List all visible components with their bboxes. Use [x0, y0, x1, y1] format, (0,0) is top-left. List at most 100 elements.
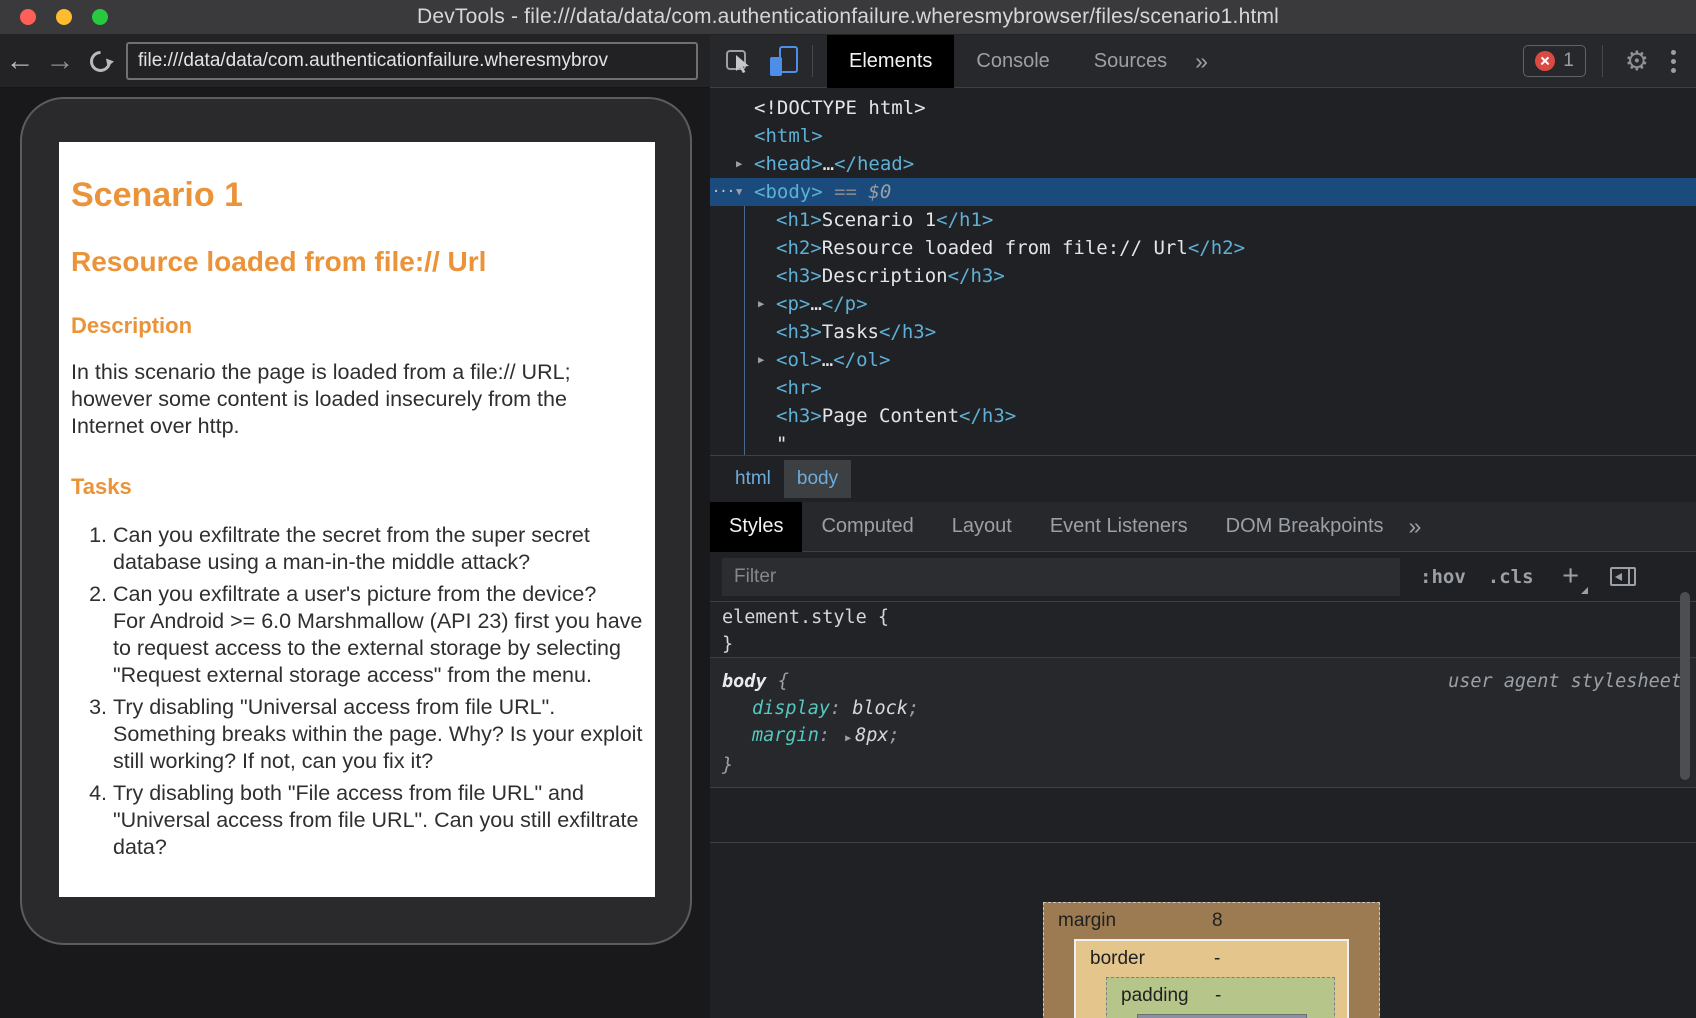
- dom-tree-row[interactable]: <h3>Tasks</h3>: [710, 318, 1696, 346]
- box-model-border[interactable]: border - padding -: [1074, 939, 1349, 1018]
- tree-token: </h3>: [879, 321, 936, 343]
- styles-scrollbar-thumb[interactable]: [1680, 592, 1690, 780]
- box-model-section: margin 8 border - padding -: [710, 843, 1696, 1018]
- tree-token: </h2>: [1188, 237, 1245, 259]
- padding-value: -: [1215, 978, 1221, 1014]
- element-style-open: element.style {: [722, 604, 1684, 631]
- expand-property-icon[interactable]: ▶: [845, 733, 851, 744]
- tab-layout[interactable]: Layout: [933, 502, 1031, 552]
- toggle-sidebar-panel-icon[interactable]: [1610, 567, 1636, 586]
- description-heading: Description: [71, 312, 643, 339]
- dom-tree-row[interactable]: <hr>: [710, 374, 1696, 402]
- window-titlebar: DevTools - file:///data/data/com.authent…: [0, 0, 1696, 35]
- settings-gear-icon[interactable]: ⚙: [1625, 46, 1649, 77]
- tab-event-listeners[interactable]: Event Listeners: [1031, 502, 1207, 552]
- dom-tree-row[interactable]: ▶<head>…</head>: [710, 150, 1696, 178]
- property-semicolon: ;: [889, 725, 900, 746]
- tree-expander-icon[interactable]: ▶: [736, 158, 754, 170]
- dom-tree-row[interactable]: <h2>Resource loaded from file:// Url</h2…: [710, 234, 1696, 262]
- tab-console[interactable]: Console: [954, 35, 1071, 88]
- toolbar-divider: [812, 45, 813, 77]
- tree-token: Description: [822, 265, 948, 287]
- toggle-pseudo-state-button[interactable]: :hov: [1420, 566, 1466, 588]
- reload-icon[interactable]: [80, 48, 120, 75]
- border-label: border: [1090, 948, 1145, 970]
- minimize-window-button[interactable]: [56, 9, 72, 25]
- dom-tree-row[interactable]: <h3>Page Content</h3>: [710, 402, 1696, 430]
- tree-token: <h3>: [776, 265, 822, 287]
- padding-label: padding: [1121, 985, 1189, 1007]
- tree-token: Page Content: [822, 405, 959, 427]
- tree-expander-icon[interactable]: ▶: [758, 298, 776, 310]
- box-model-padding[interactable]: padding -: [1106, 977, 1335, 1018]
- new-style-rule-button[interactable]: +: [1558, 562, 1584, 591]
- tree-token: <hr>: [776, 377, 822, 399]
- tree-token: $0: [868, 181, 891, 203]
- inspect-element-icon[interactable]: [726, 49, 752, 73]
- back-icon[interactable]: ←: [0, 35, 40, 88]
- url-input[interactable]: file:///data/data/com.authenticationfail…: [126, 42, 698, 80]
- property-name: display: [752, 698, 830, 719]
- css-property[interactable]: display: block;: [722, 695, 1684, 722]
- list-item: Can you exfiltrate a user's picture from…: [113, 581, 643, 689]
- margin-value: 8: [1212, 903, 1223, 939]
- tree-token: Resource loaded from file:// Url: [822, 237, 1188, 259]
- error-badge[interactable]: 1: [1523, 45, 1586, 77]
- tree-token: </head>: [834, 153, 914, 175]
- toggle-element-classes-button[interactable]: .cls: [1488, 566, 1534, 588]
- devtools-toolbar: Elements Console Sources » 1 ⚙: [710, 35, 1696, 88]
- forward-icon[interactable]: →: [40, 35, 80, 88]
- tree-guide-line: [744, 206, 745, 455]
- browser-pane: ← → file:///data/data/com.authentication…: [0, 35, 710, 1018]
- tab-dom-breakpoints[interactable]: DOM Breakpoints: [1207, 502, 1403, 552]
- breadcrumb-html[interactable]: html: [722, 460, 784, 498]
- dom-tree-row[interactable]: ▶<ol>…</ol>: [710, 346, 1696, 374]
- toolbar-divider: [1602, 45, 1603, 77]
- breadcrumb-body[interactable]: body: [784, 460, 851, 498]
- property-semicolon: ;: [908, 698, 919, 719]
- list-item: Can you exfiltrate the secret from the s…: [113, 522, 643, 576]
- css-property[interactable]: margin: ▶ 8px;: [722, 722, 1684, 752]
- body-style-rule[interactable]: body { user agent stylesheet display: bl…: [710, 658, 1696, 788]
- dom-tree-row[interactable]: <!DOCTYPE html>: [710, 94, 1696, 122]
- rule-origin: user agent stylesheet: [1448, 668, 1682, 695]
- dom-tree-row[interactable]: <html>: [710, 122, 1696, 150]
- tab-elements[interactable]: Elements: [827, 35, 954, 88]
- tree-token: …: [810, 293, 821, 315]
- more-sidebar-tabs-icon[interactable]: »: [1409, 513, 1422, 540]
- tree-token: <!DOCTYPE html>: [754, 97, 926, 119]
- tab-sources[interactable]: Sources: [1072, 35, 1189, 88]
- box-model-margin[interactable]: margin 8 border - padding -: [1043, 902, 1380, 1018]
- tree-token: </h1>: [936, 209, 993, 231]
- tree-token: …: [823, 153, 834, 175]
- dom-tree-row[interactable]: ▶<p>…</p>: [710, 290, 1696, 318]
- dom-tree-row[interactable]: ···▼<body> == $0: [710, 178, 1696, 206]
- property-colon: :: [819, 725, 841, 746]
- property-value: 8px: [855, 725, 888, 746]
- property-colon: :: [830, 698, 852, 719]
- dom-tree-rows: <!DOCTYPE html> <html>▶<head>…</head>···▼…: [710, 94, 1696, 455]
- tree-token: <h2>: [776, 237, 822, 259]
- property-name: margin: [752, 725, 819, 746]
- close-window-button[interactable]: [20, 9, 36, 25]
- zoom-window-button[interactable]: [92, 9, 108, 25]
- toggle-device-toolbar-icon[interactable]: [770, 46, 798, 76]
- list-item: Try disabling "Universal access from fil…: [113, 694, 643, 775]
- tree-token: </p>: [822, 293, 868, 315]
- dom-tree-row[interactable]: ": [710, 430, 1696, 455]
- tree-token: <ol>: [776, 349, 822, 371]
- more-options-kebab-icon[interactable]: [1671, 50, 1676, 73]
- dom-tree-row[interactable]: <h1>Scenario 1</h1>: [710, 206, 1696, 234]
- box-model-content[interactable]: [1137, 1014, 1307, 1018]
- list-item: Try disabling both "File access from fil…: [113, 780, 643, 861]
- tasks-heading: Tasks: [71, 473, 643, 500]
- tab-styles[interactable]: Styles: [710, 502, 802, 552]
- dom-tree-row[interactable]: <h3>Description</h3>: [710, 262, 1696, 290]
- styles-filter-input[interactable]: [722, 558, 1400, 596]
- tree-token: ": [776, 433, 787, 455]
- more-tabs-icon[interactable]: »: [1195, 48, 1208, 75]
- tree-expander-icon[interactable]: ▼: [736, 186, 754, 198]
- element-style-rule[interactable]: element.style { }: [710, 602, 1696, 658]
- tab-computed[interactable]: Computed: [802, 502, 932, 552]
- tree-expander-icon[interactable]: ▶: [758, 354, 776, 366]
